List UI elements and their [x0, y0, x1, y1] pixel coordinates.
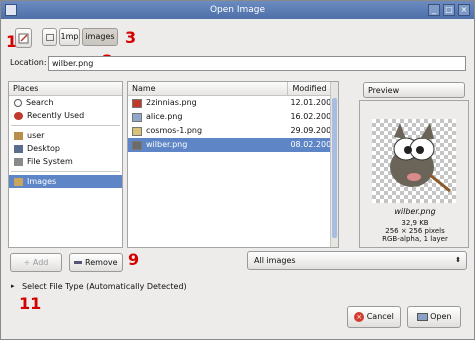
preview-mode: RGB-alpha, 1 layer	[382, 235, 448, 243]
remove-label: Remove	[85, 258, 118, 267]
preview-filename: wilber.png	[394, 207, 436, 216]
plus-icon: +	[23, 258, 33, 267]
place-label: user	[27, 131, 45, 140]
title-bar: Open Image _ □ ×	[1, 1, 474, 19]
image-thumbnail-icon	[132, 140, 142, 150]
maximize-button[interactable]: □	[443, 4, 455, 16]
place-label: Search	[26, 98, 54, 107]
callout-9: 9	[128, 250, 140, 269]
file-row[interactable]: cosmos-1.png 29.09.2008	[128, 124, 338, 138]
wilber-image	[390, 123, 451, 193]
path-crumb-images[interactable]: images	[82, 28, 118, 46]
column-name-header[interactable]: Name	[128, 82, 289, 95]
place-search[interactable]: Search	[9, 96, 122, 109]
cancel-icon: ×	[354, 311, 365, 322]
open-label: Open	[430, 312, 452, 321]
preview-panel: wilber.png 32,9 KB 256 × 256 pixels RGB-…	[359, 100, 469, 248]
file-name: alice.png	[146, 112, 183, 121]
minus-icon	[74, 261, 83, 264]
open-folder-icon	[416, 312, 428, 321]
place-file-system[interactable]: File System	[9, 155, 122, 168]
place-images[interactable]: Images	[9, 175, 122, 188]
recent-icon	[14, 111, 23, 120]
drive-icon	[45, 34, 54, 41]
image-thumbnail-icon	[132, 112, 142, 122]
place-user[interactable]: user	[9, 129, 122, 142]
callout-11: 11	[19, 294, 42, 313]
path-root-button[interactable]	[42, 28, 57, 46]
cancel-label: Cancel	[366, 312, 394, 321]
folder-icon	[14, 177, 23, 186]
edit-icon	[18, 33, 29, 44]
path-crumb-1mp[interactable]: 1mp	[59, 28, 80, 46]
home-icon	[14, 131, 23, 140]
place-label: Images	[27, 177, 57, 186]
place-label: File System	[27, 157, 73, 166]
desktop-icon	[14, 144, 23, 153]
file-list-header: Name Modified	[128, 82, 338, 96]
chevron-updown-icon: ⬍	[455, 256, 461, 264]
image-thumbnail-icon	[132, 98, 142, 108]
file-row-selected[interactable]: wilber.png 08.02.2009	[128, 138, 338, 152]
select-file-type-expander[interactable]: Select File Type (Automatically Detected…	[22, 282, 187, 291]
places-panel: Places Search Recently Used user Desktop…	[8, 81, 123, 248]
open-image-dialog: Open Image _ □ × 1 2 3 4 5 6 7 8 9 10 11…	[0, 0, 475, 340]
file-filter-value: All images	[254, 256, 296, 265]
close-button[interactable]: ×	[458, 4, 470, 16]
expander-arrow-icon[interactable]: ▸	[11, 282, 15, 290]
window-menu-icon[interactable]	[5, 4, 17, 16]
place-label: Desktop	[27, 144, 60, 153]
callout-3: 3	[125, 28, 137, 47]
file-row[interactable]: alice.png 16.02.2009	[128, 110, 338, 124]
file-filter-select[interactable]: All images ⬍	[247, 251, 467, 270]
place-label: Recently Used	[27, 111, 85, 120]
location-label: Location:	[10, 58, 47, 67]
file-name: cosmos-1.png	[146, 126, 203, 135]
remove-bookmark-button[interactable]: Remove	[69, 253, 123, 272]
search-icon	[14, 98, 22, 107]
location-input[interactable]: wilber.png	[48, 56, 466, 71]
places-separator	[11, 125, 120, 126]
type-location-button[interactable]	[15, 28, 32, 48]
file-name: wilber.png	[146, 140, 188, 149]
file-row[interactable]: 2zinnias.png 12.01.2009	[128, 96, 338, 110]
file-name: 2zinnias.png	[146, 98, 197, 107]
preview-thumbnail	[372, 119, 456, 203]
cancel-button[interactable]: × Cancel	[347, 306, 401, 328]
place-desktop[interactable]: Desktop	[9, 142, 122, 155]
preview-button[interactable]: Preview	[363, 82, 465, 98]
add-label: Add	[32, 258, 49, 267]
minimize-button[interactable]: _	[428, 4, 440, 16]
scrollbar-thumb[interactable]	[332, 98, 337, 238]
window-title: Open Image	[209, 5, 266, 15]
open-button[interactable]: Open	[407, 306, 461, 328]
filesystem-icon	[14, 157, 23, 166]
file-list: Name Modified 2zinnias.png 12.01.2009 al…	[127, 81, 339, 248]
image-thumbnail-icon	[132, 126, 142, 136]
places-header[interactable]: Places	[9, 82, 122, 96]
add-bookmark-button[interactable]: + Add	[10, 253, 62, 272]
file-list-scrollbar[interactable]	[330, 82, 338, 247]
places-separator	[11, 171, 120, 172]
place-recently-used[interactable]: Recently Used	[9, 109, 122, 122]
